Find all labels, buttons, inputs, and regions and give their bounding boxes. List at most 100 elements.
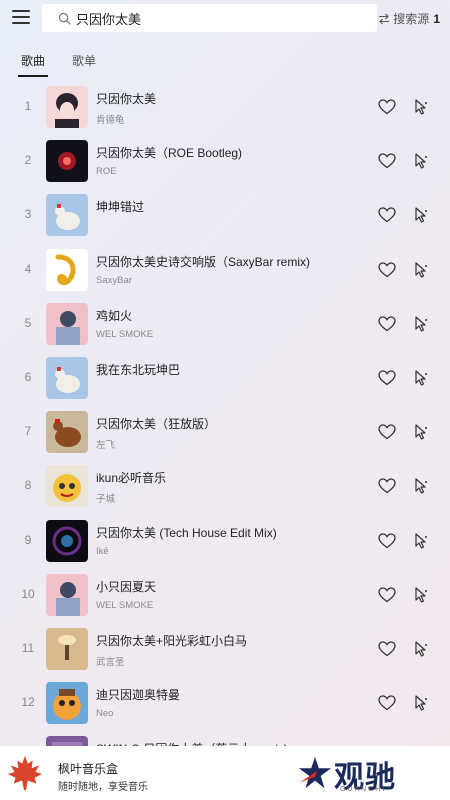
search-source-button[interactable]: 搜索源 1: [378, 10, 440, 27]
song-index: 10: [21, 586, 35, 601]
album-cover[interactable]: [46, 682, 88, 725]
song-title: 我在东北玩坤巴: [96, 363, 181, 377]
song-title: 只因你太美（狂放版）: [96, 417, 217, 432]
song-artist: WEL SMOKE: [96, 328, 154, 340]
song-index: 3: [24, 207, 32, 222]
tab-songs[interactable]: 歌曲: [21, 52, 45, 69]
top-bar: 搜索源 1: [0, 0, 450, 38]
swap-icon: [379, 13, 390, 24]
song-artist: ROE: [96, 166, 117, 178]
album-cover[interactable]: [46, 194, 88, 237]
song-title: 坤坤错过: [96, 200, 145, 215]
cursor-icon[interactable]: [412, 586, 430, 604]
song-row[interactable]: 2 只因你太美（ROE Bootleg) ROE: [0, 138, 450, 192]
app-name: 枫叶音乐盒: [58, 762, 119, 776]
album-cover[interactable]: [46, 140, 88, 183]
cursor-icon[interactable]: [412, 694, 430, 712]
song-index: 11: [21, 641, 35, 655]
active-tab-indicator: [18, 75, 48, 77]
heart-icon[interactable]: [378, 478, 396, 494]
song-row[interactable]: 7 只因你太美（狂放版） 左飞: [0, 409, 450, 463]
search-input[interactable]: [76, 10, 336, 26]
song-title: 小只因夏天: [96, 579, 157, 594]
song-title: 只因你太美+阳光彩虹小白马: [96, 634, 248, 648]
search-icon: [58, 12, 71, 25]
cursor-icon[interactable]: [412, 206, 430, 224]
album-cover[interactable]: [46, 628, 88, 670]
song-artist: SaxyBar: [96, 274, 132, 286]
song-artist: Ikē: [96, 545, 109, 557]
cursor-icon[interactable]: [412, 315, 430, 333]
song-title: 只因你太美史诗交响版（SaxyBar remix): [96, 254, 311, 269]
song-index: 9: [24, 532, 32, 547]
song-row[interactable]: 8 ikun必听音乐 子城: [0, 463, 450, 517]
song-row[interactable]: 9 只因你太美 (Tech House Edit Mix) Ikē: [0, 518, 450, 572]
song-index: 12: [21, 695, 35, 710]
heart-icon[interactable]: [378, 695, 396, 711]
album-cover[interactable]: [46, 302, 88, 345]
album-cover[interactable]: [46, 411, 88, 454]
heart-icon[interactable]: [378, 207, 396, 223]
heart-icon[interactable]: [378, 370, 396, 386]
song-title: ikun必听音乐: [96, 471, 167, 486]
song-row[interactable]: 4 只因你太美史诗交响版（SaxyBar remix) SaxyBar: [0, 247, 450, 301]
song-row[interactable]: 6 我在东北玩坤巴: [0, 355, 450, 409]
heart-icon[interactable]: [378, 153, 396, 169]
heart-icon[interactable]: [378, 587, 396, 603]
album-cover[interactable]: [46, 465, 88, 508]
song-artist: 武言圣: [96, 657, 125, 668]
cursor-icon[interactable]: [412, 477, 430, 495]
heart-icon[interactable]: [378, 316, 396, 332]
search-source-number: 1: [433, 11, 440, 26]
search-box[interactable]: [42, 4, 377, 32]
song-title: 只因你太美 (Tech House Edit Mix): [96, 525, 277, 540]
cursor-icon[interactable]: [412, 98, 430, 116]
song-title: 只因你太美: [96, 92, 157, 106]
album-cover[interactable]: [46, 573, 88, 616]
maple-leaf-icon: [7, 755, 43, 791]
watermark-star-icon: [298, 756, 332, 789]
song-title: 鸡如火: [96, 308, 133, 323]
song-index: 5: [24, 315, 32, 330]
menu-icon[interactable]: [12, 10, 30, 26]
song-artist: 肯德龟: [96, 115, 125, 126]
cursor-icon[interactable]: [412, 423, 430, 441]
song-artist: Neo: [96, 708, 114, 720]
song-row[interactable]: 3 坤坤错过: [0, 192, 450, 246]
album-cover[interactable]: [46, 248, 88, 291]
song-row[interactable]: 10 小只因夏天 WEL SMOKE: [0, 572, 450, 626]
cursor-icon[interactable]: [412, 152, 430, 170]
bottom-banner: 枫叶音乐盒 随时随地，享受音乐 观驰 GUANCHI: [0, 746, 450, 800]
app-slogan: 随时随地，享受音乐: [58, 782, 148, 793]
song-row[interactable]: 12 迪只因迦奥特曼 Neo: [0, 680, 450, 734]
album-cover[interactable]: [46, 519, 88, 562]
cursor-icon[interactable]: [412, 261, 430, 279]
heart-icon[interactable]: [378, 532, 396, 549]
song-index: 8: [24, 478, 32, 493]
cursor-icon[interactable]: [412, 640, 430, 658]
song-artist: WEL SMOKE: [96, 599, 154, 611]
cursor-icon[interactable]: [412, 369, 430, 387]
cursor-icon[interactable]: [412, 532, 430, 550]
album-cover[interactable]: [46, 357, 88, 399]
heart-icon[interactable]: [378, 641, 396, 657]
song-index: 4: [24, 261, 32, 276]
song-index: 7: [24, 424, 32, 439]
song-artist: 左飞: [96, 440, 116, 452]
heart-icon[interactable]: [378, 261, 396, 278]
song-row[interactable]: 5 鸡如火 WEL SMOKE: [0, 301, 450, 355]
album-cover[interactable]: [46, 86, 88, 128]
heart-icon[interactable]: [378, 99, 396, 115]
song-row[interactable]: 1 只因你太美 肯德龟: [0, 84, 450, 138]
watermark-subtext: GUANCHI: [340, 786, 387, 793]
tab-playlists[interactable]: 歌单: [72, 52, 96, 69]
song-title: 只因你太美（ROE Bootleg): [96, 146, 243, 161]
song-title: 迪只因迦奥特曼: [96, 688, 181, 703]
song-index: 1: [24, 99, 32, 113]
song-index: 6: [24, 370, 32, 384]
heart-icon[interactable]: [378, 424, 396, 440]
song-artist: 子城: [96, 494, 116, 506]
search-source-label: 搜索源: [393, 12, 430, 26]
tab-bar: 歌曲 歌单: [0, 50, 450, 80]
song-row[interactable]: 11 只因你太美+阳光彩虹小白马 武言圣: [0, 626, 450, 680]
